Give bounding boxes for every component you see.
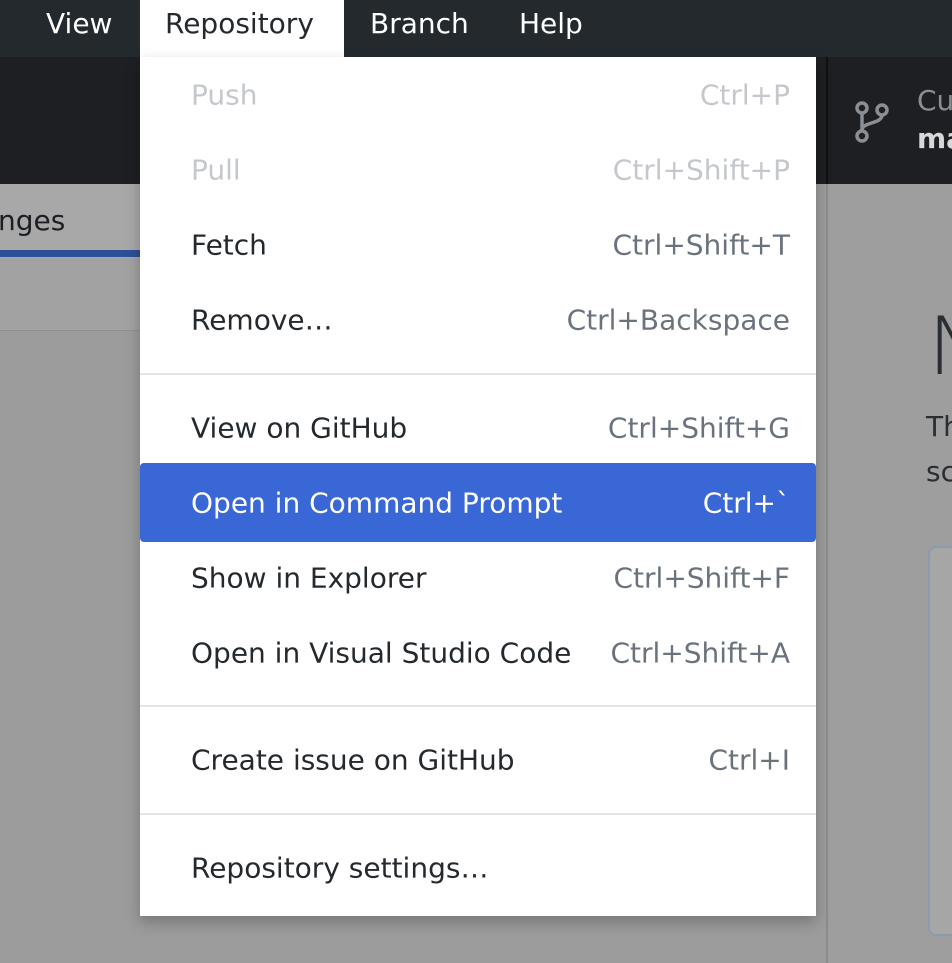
menu-item-remove[interactable]: Remove… Ctrl+Backspace bbox=[140, 282, 816, 357]
changes-filter-row bbox=[0, 258, 140, 331]
menu-bar: View Repository Branch Help bbox=[0, 0, 952, 57]
menu-item-shortcut: Ctrl+Shift+P bbox=[612, 153, 790, 186]
menu-item-label: Create issue on GitHub bbox=[191, 743, 515, 776]
menu-item-label: Push bbox=[191, 78, 258, 111]
menu-item-shortcut: Ctrl+Shift+F bbox=[613, 561, 791, 594]
menu-repository[interactable]: Repository bbox=[140, 0, 344, 57]
current-branch-label[interactable]: Cu bbox=[917, 84, 952, 117]
menu-item-shortcut: Ctrl+P bbox=[699, 78, 790, 111]
menu-item-label: View on GitHub bbox=[191, 411, 408, 444]
menu-item-label: Open in Visual Studio Code bbox=[191, 636, 572, 669]
tab-active-indicator bbox=[0, 250, 140, 257]
current-branch-name[interactable]: ma bbox=[917, 122, 952, 155]
suggestion-card bbox=[928, 546, 952, 936]
menu-item-shortcut: Ctrl+Backspace bbox=[566, 303, 790, 336]
menu-branch[interactable]: Branch bbox=[370, 0, 469, 57]
menu-view[interactable]: View bbox=[46, 0, 112, 57]
menu-item-create-issue[interactable]: Create issue on GitHub Ctrl+I bbox=[140, 722, 816, 797]
main-description-line1: Th bbox=[926, 410, 952, 443]
menu-item-shortcut: Ctrl+Shift+G bbox=[607, 411, 790, 444]
menu-item-fetch[interactable]: Fetch Ctrl+Shift+T bbox=[140, 207, 816, 282]
menu-separator bbox=[140, 813, 816, 815]
menu-separator bbox=[140, 705, 816, 707]
main-heading: N bbox=[928, 300, 952, 393]
menu-item-label: Show in Explorer bbox=[191, 561, 427, 594]
menu-item-label: Fetch bbox=[191, 228, 267, 261]
menu-separator bbox=[140, 373, 816, 375]
menu-item-shortcut: Ctrl+Shift+T bbox=[612, 228, 791, 261]
git-branch-icon bbox=[855, 101, 889, 143]
toolbar-divider bbox=[826, 57, 828, 184]
menu-item-shortcut: Ctrl+Shift+A bbox=[610, 636, 790, 669]
menu-item-repository-settings[interactable]: Repository settings… bbox=[140, 830, 816, 905]
menu-item-show-in-explorer[interactable]: Show in Explorer Ctrl+Shift+F bbox=[140, 540, 816, 615]
menu-item-view-on-github[interactable]: View on GitHub Ctrl+Shift+G bbox=[140, 390, 816, 465]
menu-item-label: Repository settings… bbox=[191, 851, 489, 884]
menu-item-shortcut: Ctrl+I bbox=[708, 743, 790, 776]
repository-menu-dropdown: Push Ctrl+P Pull Ctrl+Shift+P Fetch Ctrl… bbox=[140, 57, 816, 916]
menu-item-open-in-vscode[interactable]: Open in Visual Studio Code Ctrl+Shift+A bbox=[140, 615, 816, 690]
tab-changes[interactable]: nges bbox=[0, 204, 65, 237]
menu-item-shortcut: Ctrl+` bbox=[702, 486, 790, 519]
menu-item-label: Remove… bbox=[191, 303, 333, 336]
menu-item-pull[interactable]: Pull Ctrl+Shift+P bbox=[140, 132, 816, 207]
menu-item-push[interactable]: Push Ctrl+P bbox=[140, 57, 816, 132]
main-description-line2: sc bbox=[926, 455, 952, 488]
menu-item-open-in-command-prompt[interactable]: Open in Command Prompt Ctrl+` bbox=[140, 463, 816, 542]
menu-help[interactable]: Help bbox=[519, 0, 583, 57]
menu-item-label: Pull bbox=[191, 153, 241, 186]
menu-item-label: Open in Command Prompt bbox=[191, 486, 563, 519]
